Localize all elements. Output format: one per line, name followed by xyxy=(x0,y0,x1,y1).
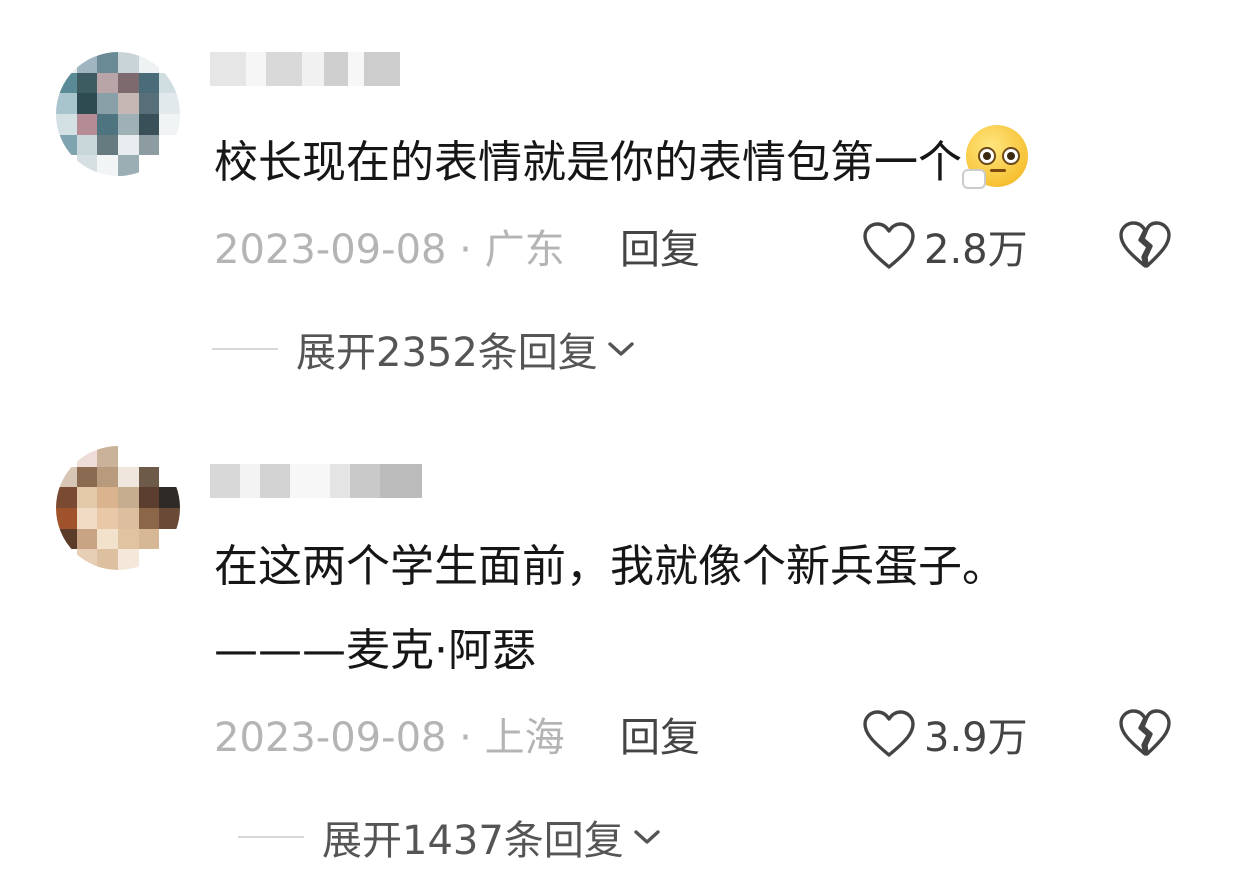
username-blurred[interactable] xyxy=(210,52,400,86)
divider-line xyxy=(238,836,304,838)
pleading-face-icon xyxy=(962,125,1028,189)
broken-heart-icon xyxy=(1119,709,1171,756)
comment-meta: 2023-09-08 · 上海 回复 xyxy=(214,704,700,764)
like-button[interactable]: 3.9万 xyxy=(862,704,1028,764)
expand-label: 展开1437条回复 xyxy=(322,818,624,864)
divider-line xyxy=(212,348,278,350)
heart-icon xyxy=(863,710,915,757)
reply-button[interactable]: 回复 xyxy=(620,705,700,763)
like-count: 2.8万 xyxy=(924,227,1028,273)
reply-button[interactable]: 回复 xyxy=(620,217,700,275)
date-location: 2023-09-08 · 广东 xyxy=(214,227,565,273)
comment-text-line-1: 在这两个学生面前，我就像个新兵蛋子。 xyxy=(214,541,1006,592)
heart-icon xyxy=(863,222,915,269)
broken-heart-icon xyxy=(1119,221,1171,268)
expand-replies-button[interactable]: 展开2352条回复 xyxy=(212,320,636,378)
comment-text: 校长现在的表情就是你的表情包第一个 xyxy=(214,124,1028,202)
dislike-button[interactable] xyxy=(1118,220,1172,274)
username-blurred[interactable] xyxy=(210,464,432,498)
comment-text-line-2: ———麦克·阿瑟 xyxy=(214,625,536,676)
dislike-button[interactable] xyxy=(1118,708,1172,762)
like-count: 3.9万 xyxy=(924,715,1028,761)
like-button[interactable]: 2.8万 xyxy=(862,216,1028,276)
avatar[interactable] xyxy=(56,446,180,570)
expand-label: 展开2352条回复 xyxy=(296,330,598,376)
expand-replies-button[interactable]: 展开1437条回复 xyxy=(238,808,662,866)
avatar[interactable] xyxy=(56,52,180,176)
chevron-down-icon xyxy=(634,830,660,844)
date-location: 2023-09-08 · 上海 xyxy=(214,715,565,761)
comment-meta: 2023-09-08 · 广东 回复 xyxy=(214,216,700,276)
chevron-down-icon xyxy=(608,342,634,356)
